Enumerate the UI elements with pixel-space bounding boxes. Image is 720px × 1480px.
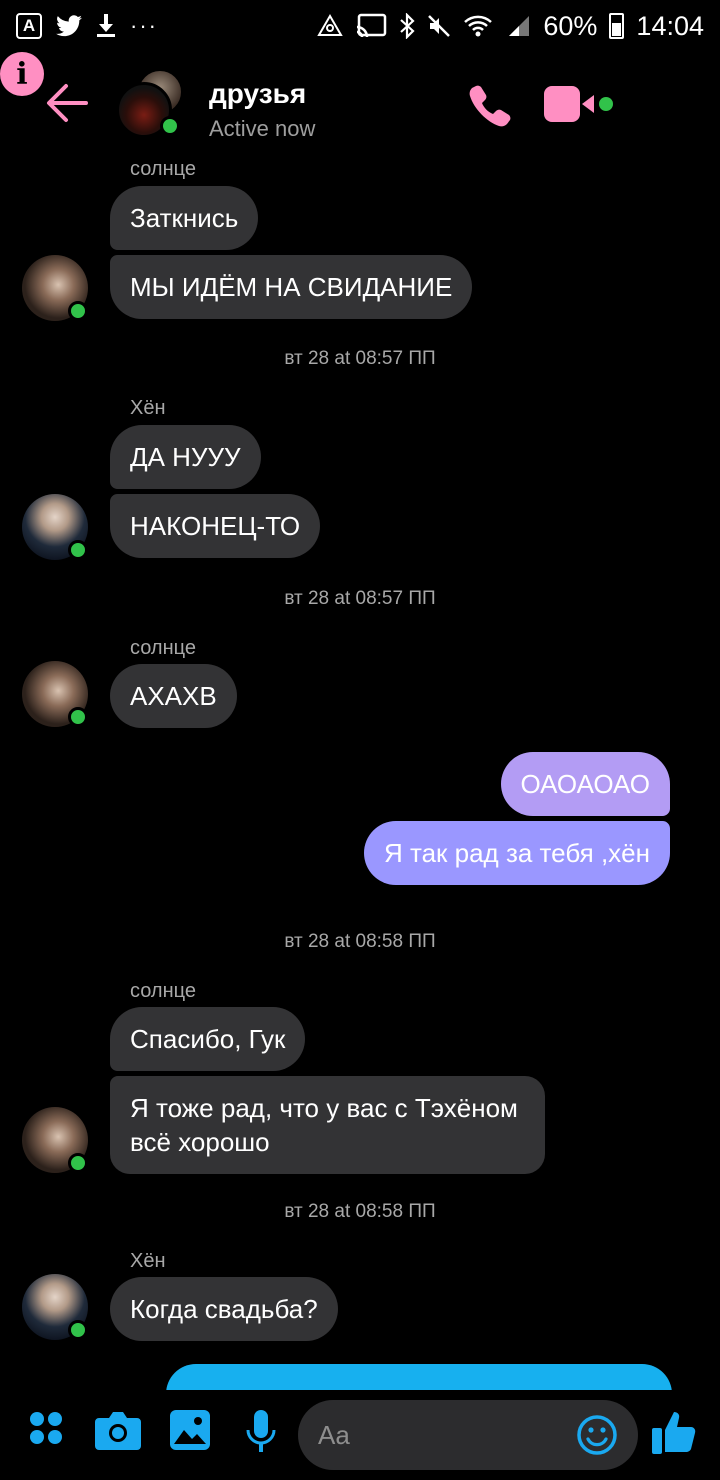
emoji-icon[interactable] [576,1414,618,1456]
gallery-icon[interactable] [170,1410,210,1450]
cast-icon [357,13,387,38]
phone-call-icon[interactable] [466,82,514,128]
signal-icon [509,16,530,36]
info-icon[interactable]: i [0,52,44,96]
group-avatar[interactable] [116,68,188,140]
sender-avatar[interactable] [22,494,88,560]
active-status: Active now [209,116,316,141]
incoming-message[interactable]: НАКОНЕЦ-ТО [110,494,321,558]
message-input-box[interactable] [298,1400,638,1470]
more-actions-icon[interactable] [28,1410,64,1446]
online-indicator [68,1320,88,1340]
sender-avatar[interactable] [22,255,88,321]
sender-name: солнце [130,637,196,659]
wifi-icon [464,15,493,37]
thumbs-up-icon[interactable] [650,1408,698,1456]
status-bar: A ··· 60% 14:04 [0,0,720,52]
online-indicator [68,540,88,560]
sender-avatar[interactable] [22,1107,88,1173]
online-indicator [68,707,88,727]
mute-icon [428,15,451,37]
bluetooth-icon [400,13,415,39]
timestamp: вт 28 at 08:58 ПП [284,1201,436,1222]
composer-bar [0,1390,720,1480]
timestamp: вт 28 at 08:57 ПП [284,348,436,369]
download-icon [97,14,115,37]
back-arrow-icon[interactable] [44,80,90,126]
incoming-message[interactable]: Спасибо, Гук [110,1007,306,1071]
clock: 14:04 [636,10,704,41]
timestamp: вт 28 at 08:57 ПП [284,588,436,609]
sender-avatar[interactable] [22,661,88,727]
timestamp: вт 28 at 08:58 ПП [284,931,436,952]
online-indicator [160,116,180,136]
twitter-icon [56,15,82,37]
sender-name: солнце [130,980,196,1002]
incoming-message[interactable]: Я тоже рад, что у вас с Тэхёном всё хоро… [110,1076,545,1174]
microphone-icon[interactable] [246,1410,276,1454]
more-notifications-icon: ··· [130,13,158,38]
battery-percent: 60% [543,10,598,41]
incoming-message[interactable]: МЫ ИДЁМ НА СВИДАНИЕ [110,255,473,319]
incoming-message[interactable]: Заткнись [110,186,259,250]
battery-icon [609,13,625,39]
data-saver-icon [317,14,344,36]
online-indicator [68,301,88,321]
sender-name: Хён [130,397,166,419]
sender-name: солнце [130,158,196,180]
incoming-message[interactable]: ДА НУУУ [110,425,261,489]
sender-avatar[interactable] [22,1274,88,1340]
conversation-title[interactable]: друзья [209,78,306,110]
incoming-message[interactable]: Когда свадьба? [110,1277,338,1341]
conversation-header: друзья Active now i [0,52,720,162]
incoming-message[interactable]: АХАХВ [110,664,237,728]
app-notification-icon: A [16,13,42,39]
camera-icon[interactable] [95,1410,141,1450]
sender-name: Хён [130,1250,166,1272]
outgoing-message[interactable]: Я так рад за тебя ,хён [363,821,670,885]
message-input[interactable] [318,1416,568,1454]
online-indicator [68,1153,88,1173]
video-call-icon[interactable] [544,82,616,128]
outgoing-message[interactable]: ОАОАОАО [500,752,670,816]
